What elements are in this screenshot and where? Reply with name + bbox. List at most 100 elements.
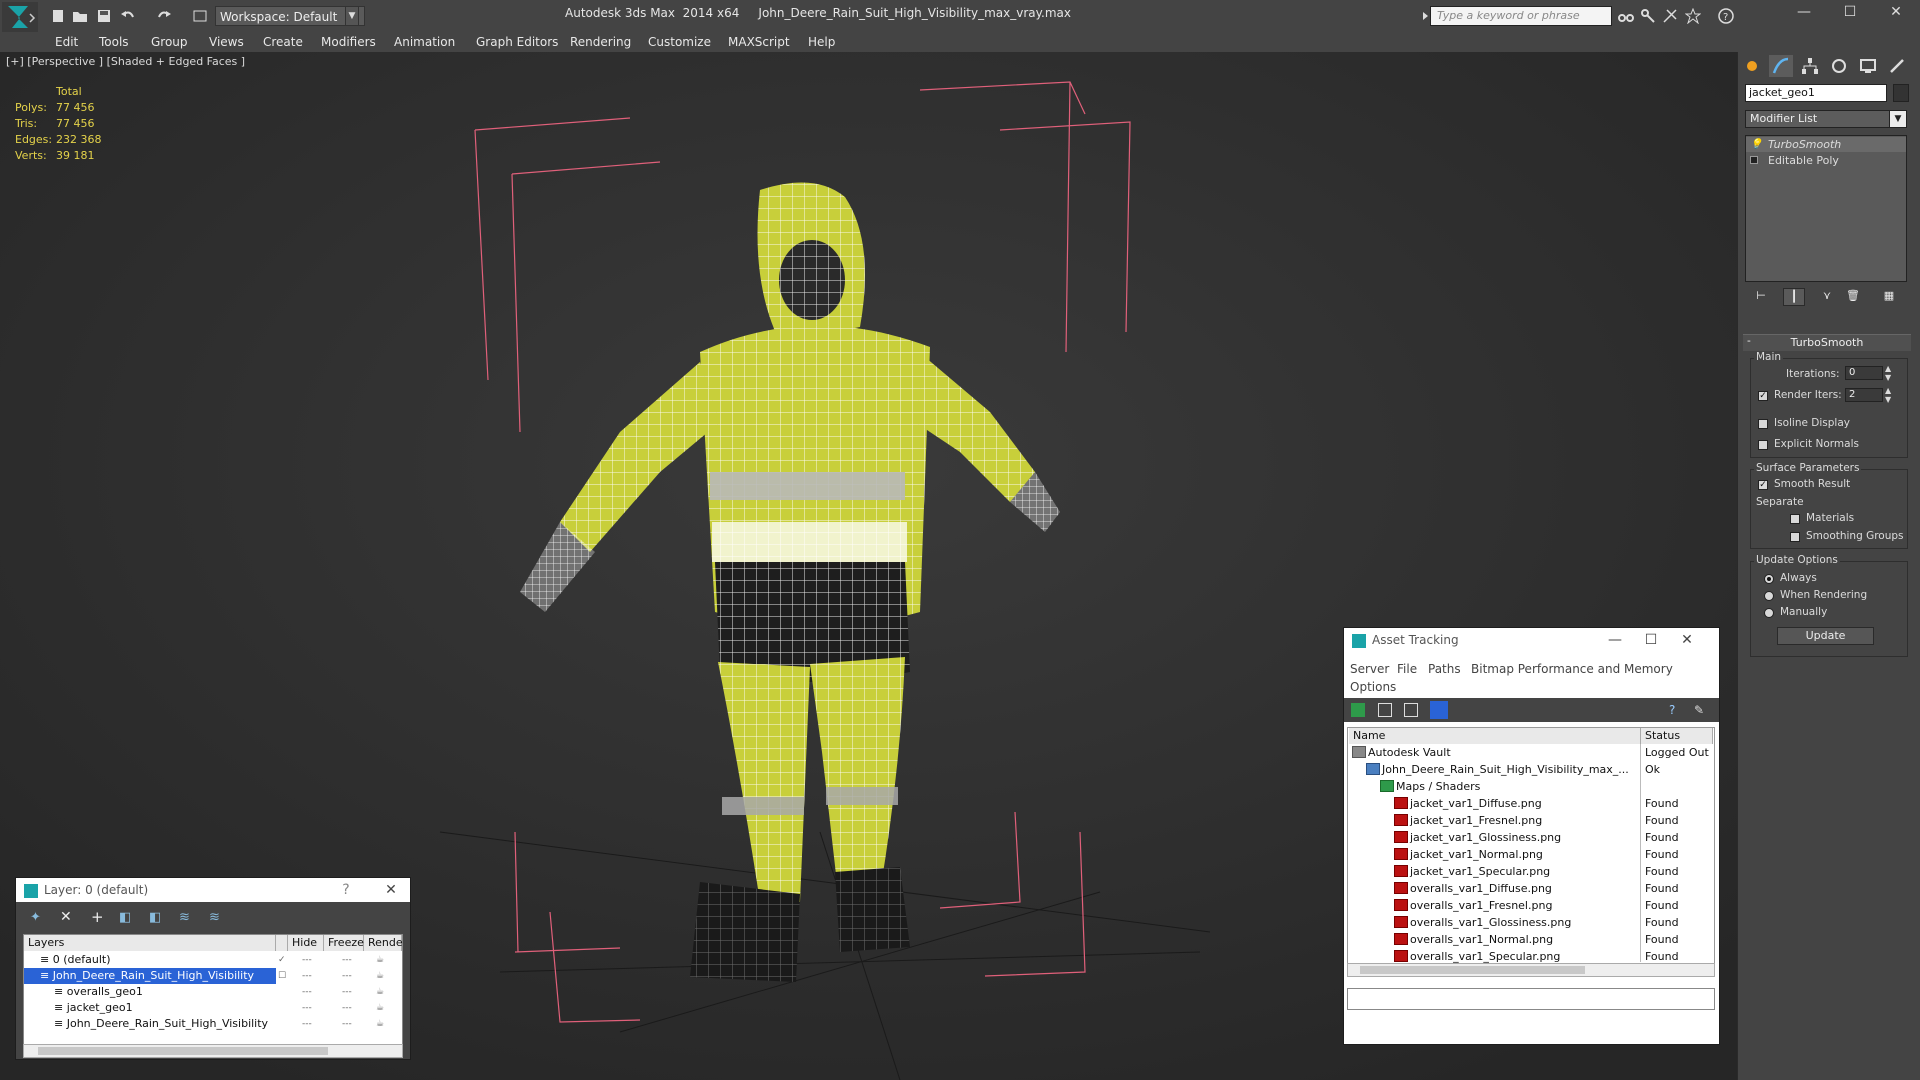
asset-path-field[interactable] — [1347, 988, 1715, 1010]
iterations-spinner[interactable]: 0 — [1845, 366, 1883, 380]
freeze-toggle-icon[interactable]: --- — [342, 1017, 352, 1031]
hide-toggle-icon[interactable]: --- — [302, 953, 312, 967]
select-objects-icon[interactable]: ◧ — [119, 910, 131, 925]
asset-row[interactable]: jacket_var1_Specular.png — [1394, 863, 1638, 880]
menu-bitmap-performance[interactable]: Bitmap Performance and Memory — [1471, 662, 1673, 676]
menu-edit[interactable]: Edit — [55, 33, 78, 51]
layer-row[interactable]: ≡ 0 (default) — [40, 952, 420, 968]
menu-graph-editors[interactable]: Graph Editors — [476, 33, 558, 51]
table-view-icon[interactable] — [1430, 701, 1448, 719]
freeze-all-icon[interactable]: ≋ — [209, 910, 220, 925]
close-button[interactable]: ✕ — [1873, 0, 1919, 26]
freeze-toggle-icon[interactable]: --- — [342, 969, 352, 983]
modify-tab-icon[interactable] — [1769, 55, 1793, 77]
asset-row[interactable]: jacket_var1_Glossiness.png — [1394, 829, 1638, 846]
current-layer-icon[interactable]: ✓ — [278, 953, 286, 967]
col-hide-header[interactable]: Hide — [288, 935, 324, 951]
chevron-down-icon[interactable]: ▼ — [345, 6, 359, 26]
menu-help[interactable]: Help — [808, 33, 835, 51]
help-icon[interactable]: ? — [1718, 8, 1734, 24]
render-iters-spinner[interactable]: 2 — [1845, 388, 1883, 402]
search-input[interactable]: Type a keyword or phrase — [1430, 6, 1612, 26]
create-tab-icon[interactable] — [1740, 55, 1764, 77]
make-unique-icon[interactable]: ⋎ — [1816, 288, 1838, 306]
expand-icon[interactable] — [1750, 156, 1758, 164]
asset-row[interactable]: overalls_var1_Glossiness.png — [1394, 914, 1638, 931]
hide-all-icon[interactable]: ≋ — [179, 910, 190, 925]
remove-modifier-icon[interactable]: 🗑 — [1842, 288, 1864, 306]
project-folder-icon[interactable] — [192, 8, 208, 24]
freeze-toggle-icon[interactable]: --- — [342, 953, 352, 967]
render-toggle-icon[interactable]: ☕ — [376, 1017, 384, 1031]
object-color-swatch[interactable] — [1893, 84, 1909, 102]
hide-toggle-icon[interactable]: --- — [302, 969, 312, 983]
update-button[interactable]: Update — [1777, 627, 1874, 645]
stack-item-turbosmooth[interactable]: 💡 TurboSmooth — [1746, 137, 1906, 152]
tree-view-icon[interactable] — [1404, 703, 1418, 717]
manually-radio[interactable] — [1764, 608, 1774, 618]
communication-icon[interactable] — [1662, 8, 1678, 24]
menu-server[interactable]: Server — [1350, 662, 1389, 676]
col-status-header[interactable]: Status — [1641, 728, 1713, 744]
help-button[interactable]: ? — [331, 878, 361, 902]
isoline-display-checkbox[interactable] — [1758, 419, 1768, 429]
scrollbar-thumb[interactable] — [1360, 966, 1585, 974]
explicit-normals-checkbox[interactable] — [1758, 440, 1768, 450]
chevron-right-icon[interactable] — [1418, 8, 1428, 24]
render-toggle-icon[interactable]: ☕ — [376, 985, 384, 999]
spinner-arrows-icon[interactable]: ▲ ▼ — [1885, 364, 1891, 382]
smoothing-groups-checkbox[interactable] — [1790, 532, 1800, 542]
col-render-header[interactable]: Rende — [364, 935, 403, 951]
menu-maxscript[interactable]: MAXScript — [728, 33, 790, 51]
layer-row[interactable]: ≡ John_Deere_Rain_Suit_High_Visibility — [40, 968, 420, 984]
asset-row[interactable]: Maps / Shaders — [1380, 778, 1638, 795]
menu-group[interactable]: Group — [151, 33, 188, 51]
current-layer-icon[interactable]: ☐ — [278, 969, 286, 983]
viewport-label[interactable]: [+] [Perspective ] [Shaded + Edged Faces… — [6, 55, 245, 68]
asset-row[interactable]: overalls_var1_Diffuse.png — [1394, 880, 1638, 897]
settings-icon[interactable]: ✎ — [1694, 703, 1708, 717]
menu-tools[interactable]: Tools — [99, 33, 129, 51]
col-layers-header[interactable]: Layers — [24, 935, 276, 951]
turbosmooth-rollout-title[interactable]: TurboSmooth — [1743, 334, 1911, 351]
asset-row[interactable]: Autodesk Vault — [1352, 744, 1638, 761]
close-button[interactable]: ✕ — [376, 878, 406, 902]
spinner-arrows-icon[interactable]: ▲ ▼ — [1885, 386, 1891, 404]
scrollbar-thumb[interactable] — [38, 1047, 328, 1055]
menu-file[interactable]: File — [1397, 662, 1417, 676]
asset-row[interactable]: overalls_var1_Normal.png — [1394, 931, 1638, 948]
motion-tab-icon[interactable] — [1827, 55, 1851, 77]
asset-row[interactable]: jacket_var1_Normal.png — [1394, 846, 1638, 863]
menu-create[interactable]: Create — [263, 33, 303, 51]
open-file-icon[interactable] — [72, 8, 88, 24]
asset-row[interactable]: overalls_var1_Specular.png — [1394, 948, 1638, 965]
menu-animation[interactable]: Animation — [394, 33, 455, 51]
highlight-layer-icon[interactable]: ◧ — [149, 910, 161, 925]
asset-row[interactable]: overalls_var1_Fresnel.png — [1394, 897, 1638, 914]
stack-item-editable-poly[interactable]: Editable Poly — [1746, 153, 1906, 168]
freeze-toggle-icon[interactable]: --- — [342, 1001, 352, 1015]
utilities-tab-icon[interactable] — [1885, 55, 1909, 77]
col-name-header[interactable]: Name — [1349, 728, 1641, 744]
maximize-button[interactable]: ☐ — [1636, 628, 1666, 652]
app-logo-icon[interactable] — [2, 2, 38, 32]
lightbulb-icon[interactable]: 💡 — [1750, 137, 1762, 152]
asset-row[interactable]: jacket_var1_Diffuse.png — [1394, 795, 1638, 812]
help-icon[interactable]: ? — [1669, 703, 1683, 717]
new-file-icon[interactable] — [50, 8, 66, 24]
menu-views[interactable]: Views — [209, 33, 244, 51]
menu-modifiers[interactable]: Modifiers — [321, 33, 376, 51]
menu-rendering[interactable]: Rendering — [570, 33, 631, 51]
delete-layer-icon[interactable]: ✕ — [60, 909, 72, 925]
list-view-icon[interactable] — [1378, 703, 1392, 717]
collapse-icon[interactable]: - — [1747, 335, 1751, 347]
maximize-button[interactable]: ☐ — [1827, 0, 1873, 26]
undo-icon[interactable] — [120, 8, 136, 24]
when-rendering-radio[interactable] — [1764, 591, 1774, 601]
show-end-result-icon[interactable]: ┃ — [1783, 288, 1805, 306]
object-name-field[interactable]: jacket_geo1 — [1745, 84, 1887, 102]
menu-options[interactable]: Options — [1350, 680, 1396, 694]
freeze-toggle-icon[interactable]: --- — [342, 985, 352, 999]
key-icon[interactable] — [1640, 8, 1656, 24]
save-icon[interactable] — [96, 8, 112, 24]
